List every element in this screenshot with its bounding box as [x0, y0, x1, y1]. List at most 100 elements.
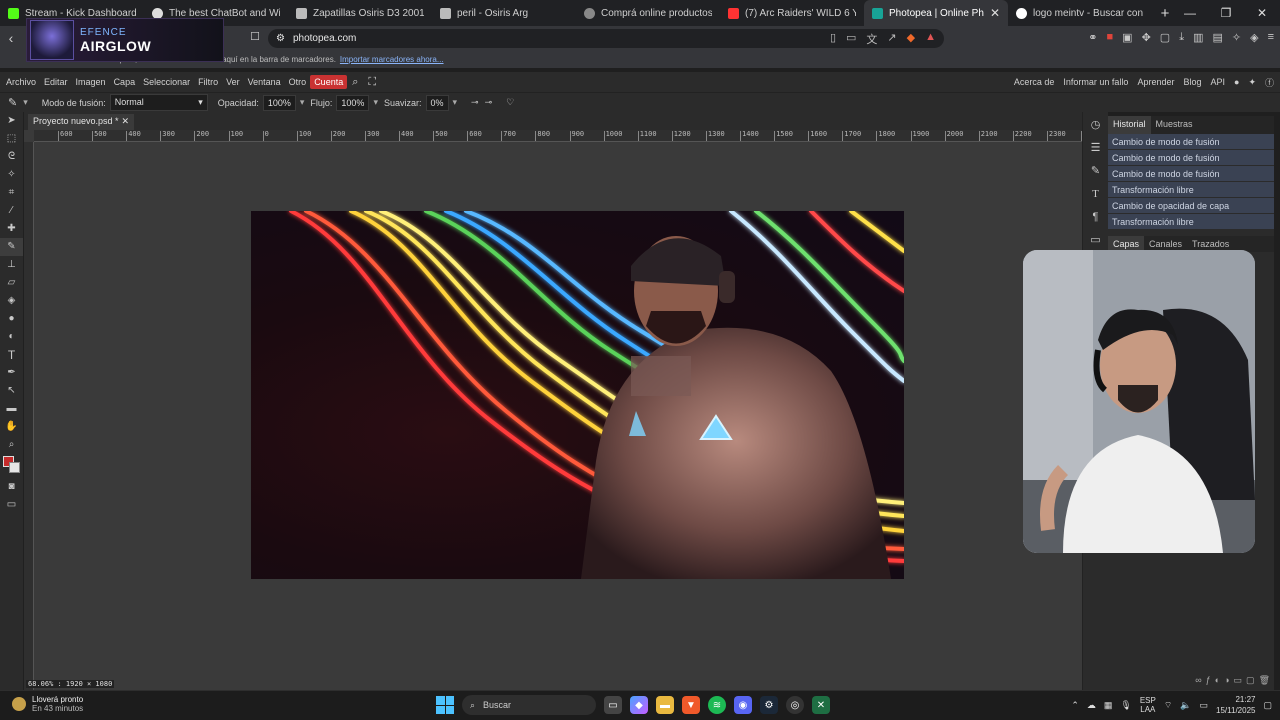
api-link[interactable]: API	[1210, 77, 1225, 87]
weather-widget[interactable]: Lloverá pronto En 43 minutos	[12, 695, 83, 713]
brave-browser-icon[interactable]: ▼	[682, 696, 700, 714]
leo-icon[interactable]: ✧	[1232, 31, 1241, 44]
battery-icon[interactable]: ▭	[1200, 700, 1209, 711]
brush-preset-arrow-icon[interactable]: ▾	[23, 97, 28, 108]
close-tab-icon[interactable]: ✕	[990, 6, 1000, 20]
history-icon[interactable]: ◷	[1083, 115, 1108, 135]
onedrive-icon[interactable]: ☁	[1087, 700, 1096, 711]
pressure-size-icon[interactable]: ⊸	[485, 97, 493, 108]
history-item[interactable]: Transformación libre	[1108, 182, 1274, 198]
color-swatches[interactable]	[0, 454, 23, 478]
tab-muestras[interactable]: Muestras	[1151, 116, 1198, 134]
vpn-icon[interactable]: ◈	[1250, 31, 1258, 44]
brave-shield-icon[interactable]: ◆	[907, 31, 915, 47]
download-icon[interactable]: ⤓	[1179, 31, 1184, 44]
search-icon[interactable]: ⌕	[347, 76, 363, 89]
windows-start-icon[interactable]	[436, 696, 454, 714]
brush-tool-icon[interactable]: ✎	[8, 96, 17, 109]
hand-tool-icon[interactable]: ✋	[0, 418, 23, 436]
volume-icon[interactable]: 🔈	[1180, 700, 1191, 711]
obs-icon[interactable]: ◎	[786, 696, 804, 714]
history-item[interactable]: Cambio de modo de fusión	[1108, 150, 1274, 166]
notifications-icon[interactable]: ▢	[1263, 700, 1272, 711]
extension-icon[interactable]: ▢	[1160, 31, 1170, 44]
excel-icon[interactable]: ✕	[812, 696, 830, 714]
puzzle-icon[interactable]: ✥	[1142, 31, 1151, 44]
screen-mode-icon[interactable]: ▭	[0, 496, 23, 514]
flow-input[interactable]: 100%	[336, 94, 370, 111]
blog-link[interactable]: Blog	[1183, 77, 1201, 87]
menu-archivo[interactable]: Archivo	[0, 77, 40, 87]
shape-tool-icon[interactable]: ▬	[0, 400, 23, 418]
smooth-arrow-icon[interactable]: ▾	[453, 97, 458, 108]
character-icon[interactable]: T	[1083, 184, 1108, 204]
tab-historial[interactable]: Historial	[1108, 116, 1151, 134]
marquee-tool-icon[interactable]: ⬚	[0, 130, 23, 148]
wifi-icon[interactable]: ⌔	[1164, 700, 1172, 711]
cast-icon[interactable]: ▭	[846, 31, 856, 47]
translate-icon[interactable]: 文	[866, 31, 877, 47]
menu-filtro[interactable]: Filtro	[194, 77, 222, 87]
clock[interactable]: 21:27 15/11/2025	[1216, 694, 1255, 716]
adjustment-icon[interactable]: ◑	[1224, 675, 1229, 686]
menu-seleccionar[interactable]: Seleccionar	[139, 77, 194, 87]
opacity-arrow-icon[interactable]: ▾	[300, 97, 305, 108]
twitter-icon[interactable]: ✦	[1248, 77, 1256, 88]
site-settings-icon[interactable]: ⚙	[276, 33, 285, 44]
menu-icon[interactable]: ≡	[1268, 31, 1274, 44]
flow-arrow-icon[interactable]: ▾	[373, 97, 378, 108]
import-bookmarks-link[interactable]: Importar marcadores ahora...	[340, 55, 444, 64]
healing-tool-icon[interactable]: ✚	[0, 220, 23, 238]
menu-ver[interactable]: Ver	[222, 77, 244, 87]
chevron-up-icon[interactable]: ⌃	[1071, 700, 1079, 711]
link-layers-icon[interactable]: ∞	[1195, 675, 1201, 686]
mask-icon[interactable]: ◐	[1215, 675, 1220, 686]
browser-tab-youtube[interactable]: (7) Arc Raiders' WILD 6 Year Deve	[720, 0, 864, 26]
rewards-icon[interactable]: ▲	[925, 31, 936, 47]
task-view-icon[interactable]: ▭	[604, 696, 622, 714]
menu-editar[interactable]: Editar	[40, 77, 72, 87]
account-button[interactable]: Cuenta	[310, 75, 348, 89]
document-tab[interactable]: Proyecto nuevo.psd * ✕	[28, 114, 134, 130]
reddit-icon[interactable]: ●	[1234, 77, 1239, 87]
dodge-tool-icon[interactable]: ◐	[0, 328, 23, 346]
swatches-icon[interactable]: ☰	[1083, 138, 1108, 158]
minimize-icon[interactable]: —	[1172, 6, 1208, 20]
brush-settings-icon[interactable]: ✎	[1083, 161, 1108, 181]
close-document-icon[interactable]: ✕	[121, 116, 129, 128]
extension-red-icon[interactable]: ■	[1107, 31, 1114, 44]
history-item[interactable]: Cambio de opacidad de capa	[1108, 198, 1274, 214]
folder-icon[interactable]: ▭	[1234, 675, 1243, 686]
info-icon[interactable]: ▭	[1083, 230, 1108, 250]
browser-tab-zapatillas[interactable]: Zapatillas Osiris D3 2001 Black Bl	[288, 0, 432, 26]
browser-tab-google[interactable]: logo meintv - Buscar con Google	[1008, 0, 1152, 26]
history-item[interactable]: Cambio de modo de fusión	[1108, 134, 1274, 150]
opacity-input[interactable]: 100%	[262, 94, 296, 111]
trash-icon[interactable]: 🗑	[1259, 675, 1270, 686]
language-indicator[interactable]: ESP LAA	[1140, 696, 1156, 714]
taskbar-search[interactable]: ⌕ Buscar	[462, 695, 596, 715]
sidebar-icon[interactable]: ▥	[1193, 31, 1203, 44]
browser-tab-photopea[interactable]: Photopea | Online Photo Edi✕	[864, 0, 1008, 26]
move-tool-icon[interactable]: ➤	[0, 112, 23, 130]
url-bar[interactable]: ⚙ photopea.com ▯ ▭ 文 ↗ ◆ ▲	[268, 29, 944, 48]
page-icon[interactable]: ▯	[830, 31, 836, 47]
fill-tool-icon[interactable]: ◈	[0, 292, 23, 310]
eraser-tool-icon[interactable]: ▱	[0, 274, 23, 292]
extension-icon[interactable]: ▣	[1122, 31, 1132, 44]
lasso-tool-icon[interactable]: ᘓ	[0, 148, 23, 166]
type-tool-icon[interactable]: T	[0, 346, 23, 364]
maximize-icon[interactable]: ❐	[1208, 6, 1244, 20]
history-item[interactable]: Transformación libre	[1108, 214, 1274, 230]
spotify-icon[interactable]: ≋	[708, 696, 726, 714]
about-link[interactable]: Acerca de	[1014, 77, 1055, 87]
symmetry-icon[interactable]: ♡	[506, 97, 514, 108]
new-layer-icon[interactable]: ▢	[1246, 675, 1255, 686]
share-icon[interactable]: ↗	[887, 31, 896, 47]
path-select-tool-icon[interactable]: ↖	[0, 382, 23, 400]
background-color-swatch[interactable]	[9, 462, 20, 473]
pressure-icon[interactable]: ⊸	[471, 97, 479, 108]
back-icon[interactable]: ‹	[0, 30, 22, 46]
quick-mask-icon[interactable]: ◙	[0, 478, 23, 496]
blur-tool-icon[interactable]: ●	[0, 310, 23, 328]
